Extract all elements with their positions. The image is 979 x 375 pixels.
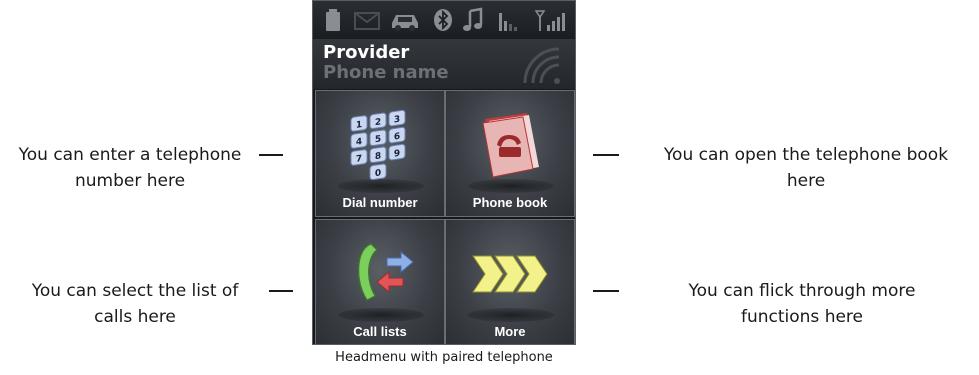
leader-line bbox=[593, 154, 619, 156]
leader-line bbox=[259, 154, 283, 156]
provider-header: Provider Phone name bbox=[313, 39, 575, 89]
svg-text:3: 3 bbox=[394, 115, 400, 126]
annotation-line: functions here bbox=[740, 307, 863, 327]
svg-text:5: 5 bbox=[375, 134, 381, 145]
phone-screen: Provider Phone name 1 2 3 4 5 6 7 8 9 0 … bbox=[312, 0, 576, 345]
phone-book-icon bbox=[482, 113, 539, 178]
tile-label: Call lists bbox=[353, 324, 407, 339]
car-icon bbox=[392, 15, 418, 31]
leader-line bbox=[593, 290, 619, 292]
more-button[interactable]: More bbox=[445, 219, 575, 344]
svg-text:4: 4 bbox=[356, 137, 362, 148]
status-bar bbox=[313, 1, 575, 39]
svg-text:7: 7 bbox=[356, 154, 362, 165]
annotation-line: here bbox=[786, 171, 826, 191]
svg-text:8: 8 bbox=[375, 151, 381, 162]
annotation-line: You can select the list of bbox=[31, 281, 239, 301]
tile-label: Phone book bbox=[472, 195, 548, 210]
svg-text:1: 1 bbox=[356, 120, 362, 131]
annotation-line: You can flick through more bbox=[688, 281, 916, 301]
signal-strength-icon bbox=[499, 13, 517, 31]
svg-text:0: 0 bbox=[375, 168, 381, 179]
bluetooth-icon bbox=[434, 9, 452, 31]
tile-label: More bbox=[494, 324, 526, 339]
dial-number-button[interactable]: 1 2 3 4 5 6 7 8 9 0 Dial number bbox=[315, 90, 445, 217]
keypad-icon: 1 2 3 4 5 6 7 8 9 0 bbox=[350, 109, 406, 181]
provider-name: Provider bbox=[323, 42, 410, 63]
phone-name: Phone name bbox=[323, 62, 449, 83]
music-note-icon bbox=[463, 7, 483, 31]
annotation-phone-book: You can open the telephone book here bbox=[640, 142, 972, 194]
call-lists-button[interactable]: Call lists bbox=[315, 219, 445, 344]
annotation-line: calls here bbox=[94, 307, 176, 327]
leader-line bbox=[269, 290, 293, 292]
call-lists-icon bbox=[358, 243, 414, 301]
svg-text:6: 6 bbox=[394, 132, 400, 143]
signal-arcs-icon bbox=[523, 47, 560, 84]
annotation-line: You can enter a telephone bbox=[18, 145, 242, 165]
annotation-line: number here bbox=[74, 171, 186, 191]
tile-label: Dial number bbox=[342, 195, 418, 210]
battery-icon bbox=[326, 9, 340, 31]
annotation-more: You can flick through more functions her… bbox=[650, 278, 954, 330]
more-chevrons-icon bbox=[472, 255, 548, 293]
message-icon bbox=[354, 12, 380, 30]
annotation-call-lists: You can select the list of calls here bbox=[10, 278, 260, 330]
svg-text:9: 9 bbox=[394, 149, 400, 160]
figure-caption: Headmenu with paired telephone bbox=[335, 350, 553, 365]
annotation-dial-number: You can enter a telephone number here bbox=[4, 142, 256, 194]
phone-book-button[interactable]: Phone book bbox=[445, 90, 575, 217]
svg-text:2: 2 bbox=[375, 117, 381, 128]
antenna-signal-icon bbox=[534, 10, 565, 31]
annotation-line: You can open the telephone book bbox=[663, 145, 949, 165]
